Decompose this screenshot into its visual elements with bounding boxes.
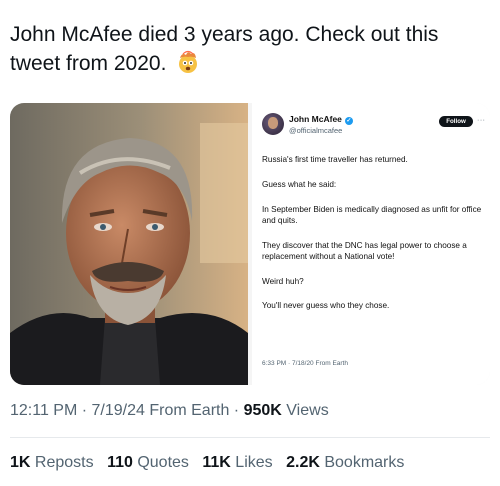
author-name[interactable]: John McAfee ✓: [289, 114, 353, 125]
views-label: Views: [286, 402, 329, 419]
media-card[interactable]: John McAfee ✓ @officialmcafee Follow ··· …: [10, 103, 490, 385]
follow-button[interactable]: Follow: [439, 116, 473, 127]
verified-badge-icon: ✓: [344, 117, 353, 125]
post-headline: John McAfee died 3 years ago. Check out …: [10, 23, 439, 75]
post-timestamp[interactable]: 12:11 PM · 7/19/24 From Earth ·: [10, 402, 239, 419]
bookmarks-stat[interactable]: 2.2K Bookmarks: [286, 454, 404, 471]
tweet-paragraph: Guess what he said:: [262, 180, 337, 189]
post-meta: 12:11 PM · 7/19/24 From Earth · 950K Vie…: [10, 402, 329, 420]
tweet-paragraph: Weird huh?: [262, 277, 304, 286]
reposts-stat[interactable]: 1K Reposts: [10, 454, 94, 471]
tweet-timestamp[interactable]: 6:33 PM · 7/18/20 From Earth: [262, 358, 348, 369]
embedded-tweet: John McAfee ✓ @officialmcafee Follow ··· …: [252, 103, 490, 385]
likes-stat[interactable]: 11K Likes: [202, 454, 272, 471]
engagement-stats: 1K Reposts 110 Quotes 11K Likes 2.2K Boo…: [10, 454, 413, 472]
more-options-icon[interactable]: ···: [477, 115, 486, 126]
tweet-paragraph: They discover that the DNC has legal pow…: [262, 241, 467, 261]
author-handle[interactable]: @officialmcafee: [289, 125, 342, 136]
author-avatar[interactable]: [262, 113, 284, 135]
tweet-paragraph: Russia's first time traveller has return…: [262, 155, 408, 164]
tweet-paragraph: You'll never guess who they chose.: [262, 301, 390, 310]
tweet-paragraph: In September Biden is medically diagnose…: [262, 205, 482, 225]
exploding-head-emoji-icon: [179, 50, 198, 73]
quotes-stat[interactable]: 110 Quotes: [107, 454, 189, 471]
portrait-photo: [10, 103, 248, 385]
divider: [10, 437, 490, 438]
post-text: John McAfee died 3 years ago. Check out …: [10, 20, 490, 78]
views-count: 950K: [243, 402, 282, 419]
